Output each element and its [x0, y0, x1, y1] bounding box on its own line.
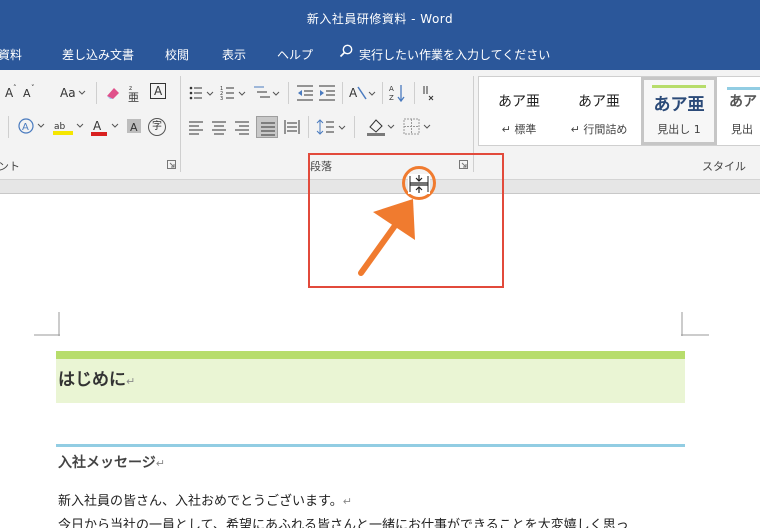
svg-text:3: 3 [220, 96, 223, 102]
justify-icon [261, 122, 275, 136]
style-heading-1[interactable]: あア亜 見出し 1 [641, 77, 717, 145]
heading2-text[interactable]: 入社メッセージ↵ [58, 452, 165, 472]
svg-text:Z: Z [389, 94, 394, 102]
margin-corner-right [681, 312, 683, 336]
font-color-icon[interactable]: A [90, 117, 122, 137]
character-border-button[interactable]: A [150, 83, 167, 99]
style-heading-2[interactable]: あア 見出 [723, 77, 760, 145]
sort-icon[interactable]: AZ [388, 83, 406, 103]
paragraph-1-text: 新入社員の皆さん、入社おめでとうございます。 [58, 494, 343, 509]
style-heading-2-name: 見出 [731, 123, 753, 136]
paragraph-2[interactable]: 今日から当社の一員として、希望にあふれる皆さんと一緒にお仕事ができることを大変嬉… [58, 514, 760, 528]
shading-icon[interactable] [366, 117, 398, 137]
text-direction-icon[interactable]: A [348, 84, 378, 102]
style-heading-2-sample: あア [729, 94, 757, 110]
tell-me-input[interactable]: 実行したい作業を入力してください [359, 46, 550, 63]
margin-corner-left [58, 312, 60, 336]
phonetic-guide-icon[interactable]: z亜 [126, 83, 142, 103]
tab-review[interactable]: 校閲 [165, 46, 189, 63]
heading2-rule [56, 444, 685, 447]
align-right-icon[interactable] [234, 119, 250, 135]
style-no-spacing[interactable]: あア亜 ↵ 行間詰め [561, 77, 637, 145]
align-center-icon[interactable] [211, 119, 227, 135]
tab-references[interactable]: 資料 [0, 46, 22, 63]
margin-corner-right-h [681, 334, 709, 336]
highlight-color-icon[interactable]: ab [52, 117, 86, 137]
justify-button[interactable] [256, 116, 278, 138]
svg-text:亜: 亜 [128, 91, 139, 103]
heading1-block [56, 351, 685, 403]
search-icon[interactable] [339, 44, 353, 58]
heading1-text[interactable]: はじめに↵ [58, 365, 135, 390]
multilevel-list-icon[interactable] [252, 84, 282, 102]
svg-text:A: A [22, 122, 29, 133]
svg-text:A: A [130, 121, 138, 134]
character-shading-icon[interactable]: A [126, 118, 142, 134]
tab-help[interactable]: ヘルプ [277, 46, 313, 63]
paragraph-mark: ↵ [342, 495, 352, 508]
styles-group-label: スタイル [702, 160, 746, 173]
style-normal-name: ↵ 標準 [501, 123, 537, 136]
font-group-label: ント [0, 160, 20, 173]
chevron-down-icon [78, 90, 86, 95]
svg-text:˅: ˅ [31, 84, 35, 92]
style-heading-1-accent [652, 85, 706, 88]
window-title: 新入社員研修資料 - Word [306, 12, 454, 26]
text-effects-icon[interactable]: A [18, 117, 48, 135]
style-no-spacing-sample: あア亜 [578, 94, 620, 110]
tab-view[interactable]: 表示 [222, 46, 246, 63]
svg-text:˄: ˄ [13, 84, 17, 92]
svg-text:A: A [93, 119, 102, 133]
style-no-spacing-name: ↵ 行間詰め [570, 123, 628, 136]
tab-mailings[interactable]: 差し込み文書 [62, 46, 134, 63]
heading2-label: 入社メッセージ [58, 455, 156, 471]
svg-text:A: A [23, 87, 31, 100]
style-heading-1-name: 見出し 1 [657, 123, 701, 136]
style-normal[interactable]: あア亜 ↵ 標準 [481, 77, 557, 145]
align-left-icon[interactable] [188, 119, 204, 135]
borders-icon[interactable] [402, 117, 434, 137]
heading1-label: はじめに [58, 370, 126, 390]
show-formatting-marks-icon[interactable] [420, 84, 436, 102]
distributed-icon[interactable] [283, 118, 301, 136]
paragraph-1[interactable]: 新入社員の皆さん、入社おめでとうございます。↵ [58, 490, 352, 509]
paragraph-mark: ↵ [155, 457, 165, 470]
style-heading-2-accent [727, 87, 760, 90]
decrease-indent-icon[interactable] [296, 84, 314, 102]
style-gallery: あア亜 ↵ 標準 あア亜 ↵ 行間詰め あア亜 見出し 1 あア 見出 [478, 76, 760, 146]
line-spacing-icon[interactable] [316, 118, 348, 136]
style-normal-sample: あア亜 [498, 94, 540, 110]
numbering-icon[interactable]: 123 [220, 84, 248, 102]
enclose-characters-button[interactable]: 字 [148, 118, 166, 136]
svg-text:A: A [349, 86, 358, 100]
margin-corner-left-h [34, 334, 60, 336]
paragraph-mark: ↵ [126, 375, 136, 388]
font-dialog-launcher-icon[interactable] [167, 160, 176, 169]
clear-format-icon[interactable] [104, 84, 122, 102]
split-cursor-icon [408, 174, 430, 194]
increase-indent-icon[interactable] [318, 84, 336, 102]
svg-text:ab: ab [54, 122, 66, 132]
change-case-button[interactable]: Aa [60, 86, 76, 100]
grow-shrink-font-icon[interactable]: A ˄ A ˅ [4, 84, 40, 100]
title-bar: 新入社員研修資料 - Word [0, 0, 760, 36]
bullets-icon[interactable] [188, 84, 216, 102]
ribbon-tabs: 資料 差し込み文書 校閲 表示 ヘルプ 実行したい作業を入力してください [0, 36, 760, 70]
style-heading-1-sample: あア亜 [653, 95, 705, 115]
svg-text:A: A [389, 85, 394, 93]
